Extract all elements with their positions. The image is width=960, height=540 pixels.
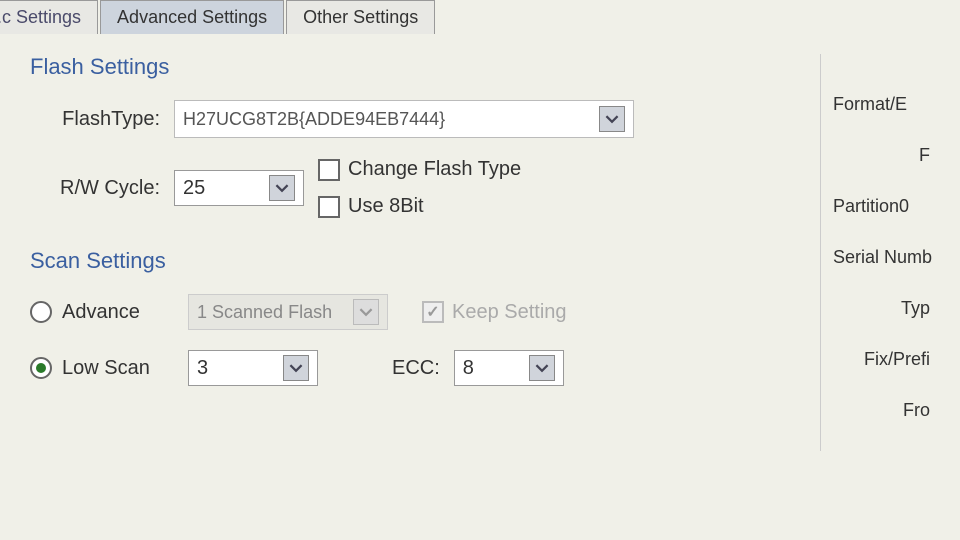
- side-partition0-label: Partition0: [833, 196, 930, 217]
- side-serial-number-label: Serial Numb: [833, 247, 930, 268]
- side-type-label: Typ: [833, 298, 930, 319]
- low-scan-value: 3: [197, 357, 208, 380]
- use-8bit-label: Use 8Bit: [348, 195, 424, 218]
- ecc-value: 8: [463, 357, 474, 380]
- scanned-flash-select: 1 Scanned Flash: [188, 294, 388, 330]
- keep-setting-label: Keep Setting: [452, 301, 567, 324]
- side-format-label: Format/E: [833, 94, 930, 115]
- side-fix-prefix-label: Fix/Prefi: [833, 349, 930, 370]
- low-scan-radio[interactable]: [30, 357, 52, 379]
- tab-bar: ...c Settings Advanced Settings Other Se…: [0, 0, 960, 34]
- chevron-down-icon[interactable]: [529, 355, 555, 381]
- chevron-down-icon[interactable]: [269, 175, 295, 201]
- ecc-select[interactable]: 8: [454, 350, 564, 386]
- scan-settings-title: Scan Settings: [30, 248, 800, 274]
- chevron-down-icon[interactable]: [283, 355, 309, 381]
- change-flash-type-label: Change Flash Type: [348, 158, 521, 181]
- side-panel: Format/E F Partition0 Serial Numb Typ Fi…: [820, 54, 930, 451]
- keep-setting-checkbox: [422, 301, 444, 323]
- flash-settings-title: Flash Settings: [30, 54, 800, 80]
- ecc-label: ECC:: [392, 357, 440, 380]
- side-f-label: F: [833, 145, 930, 166]
- tab-advanced-settings[interactable]: Advanced Settings: [100, 0, 284, 34]
- rw-cycle-value: 25: [183, 177, 205, 200]
- low-scan-radio-label: Low Scan: [62, 357, 150, 380]
- tab-other-settings[interactable]: Other Settings: [286, 0, 435, 34]
- side-from-label: Fro: [833, 400, 930, 421]
- chevron-down-icon[interactable]: [599, 106, 625, 132]
- rw-cycle-label: R/W Cycle:: [30, 177, 160, 200]
- flashtype-select[interactable]: H27UCG8T2B{ADDE94EB7444}: [174, 100, 634, 138]
- advance-radio[interactable]: [30, 301, 52, 323]
- flashtype-label: FlashType:: [30, 108, 160, 131]
- rw-cycle-select[interactable]: 25: [174, 170, 304, 206]
- tab-basic-settings[interactable]: ...c Settings: [0, 0, 98, 34]
- advance-radio-label: Advance: [62, 301, 140, 324]
- change-flash-type-checkbox[interactable]: [318, 159, 340, 181]
- chevron-down-icon: [353, 299, 379, 325]
- low-scan-select[interactable]: 3: [188, 350, 318, 386]
- scanned-flash-value: 1 Scanned Flash: [197, 302, 332, 323]
- use-8bit-checkbox[interactable]: [318, 196, 340, 218]
- main-panel: Flash Settings FlashType: H27UCG8T2B{ADD…: [30, 54, 800, 451]
- flashtype-value: H27UCG8T2B{ADDE94EB7444}: [183, 109, 445, 130]
